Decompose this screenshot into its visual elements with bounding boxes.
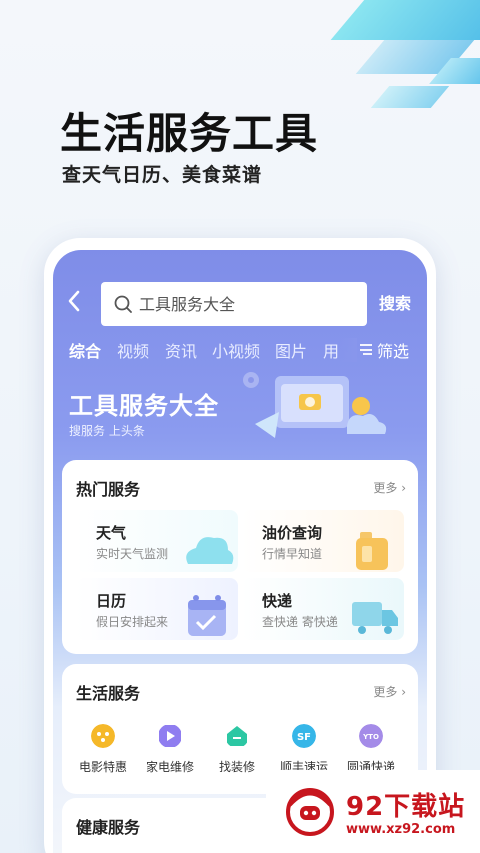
tab-video[interactable]: 视频	[117, 338, 149, 362]
yto-express-icon: YTO	[359, 724, 383, 748]
service-oil-price[interactable]: 油价查询 行情早知道	[242, 510, 404, 572]
house-icon	[227, 726, 247, 746]
tab-news[interactable]: 资讯	[165, 338, 197, 362]
life-item-movie[interactable]: 电影特惠	[70, 724, 134, 784]
service-calendar[interactable]: 日历 假日安排起来	[76, 578, 238, 640]
tab-fade	[339, 338, 357, 362]
life-item-label: 找装修	[218, 760, 255, 774]
service-express[interactable]: 快递 查快递 寄快递	[242, 578, 404, 640]
hot-services-card: 热门服务 更多 › 天气 实时天气监测 油价查询 行情早知道 日历 假日安排起来…	[62, 460, 418, 654]
service-desc: 行情早知道	[262, 547, 323, 561]
top-bar: 搜索	[53, 280, 427, 326]
decor-stripe	[370, 86, 450, 108]
search-button[interactable]: 搜索	[379, 290, 411, 314]
service-name: 日历	[96, 592, 127, 610]
health-services-title: 健康服务	[76, 818, 141, 837]
cloud-icon	[186, 537, 234, 564]
service-desc: 实时天气监测	[96, 547, 169, 561]
service-name: 油价查询	[262, 524, 323, 542]
sf-express-icon: SF	[292, 724, 316, 748]
banner-title: 工具服务大全	[69, 392, 219, 420]
watermark-name: 92下载站	[346, 792, 466, 822]
life-item-renovation[interactable]: 找装修	[204, 724, 268, 784]
service-name: 天气	[96, 524, 127, 542]
back-button[interactable]	[65, 286, 95, 320]
watermark-url: www.xz92.com	[346, 822, 456, 837]
service-desc: 假日安排起来	[96, 615, 169, 629]
hot-services-more[interactable]: 更多 ›	[373, 479, 406, 496]
service-weather[interactable]: 天气 实时天气监测	[76, 510, 238, 572]
hero-title: 生活服务工具	[60, 109, 319, 158]
site-watermark: 92下载站 www.xz92.com	[266, 770, 480, 853]
filter-label: 筛选	[377, 342, 410, 361]
life-item-appliance-repair[interactable]: 家电维修	[137, 724, 201, 784]
toolbox-illustration	[243, 372, 387, 438]
filter-icon	[360, 344, 372, 355]
search-icon	[114, 295, 132, 313]
banner-subtitle: 搜服务 上头条	[69, 424, 145, 438]
calendar-icon	[188, 595, 226, 636]
appliance-icon	[159, 725, 181, 747]
oil-can-icon	[356, 532, 388, 570]
tab-more-cut[interactable]: 用	[323, 338, 339, 362]
life-services-title: 生活服务	[76, 684, 141, 703]
tab-bar: 综合 视频 资讯 小视频 图片 用 筛选	[53, 338, 427, 362]
svg-text:YTO: YTO	[362, 733, 379, 741]
svg-text:SF: SF	[297, 732, 311, 743]
tab-images[interactable]: 图片	[275, 338, 307, 362]
life-item-label: 电影特惠	[78, 760, 127, 774]
tab-zonghe[interactable]: 综合	[69, 338, 101, 362]
life-services-more[interactable]: 更多 ›	[373, 683, 406, 700]
truck-icon	[352, 602, 398, 634]
search-box[interactable]	[101, 282, 367, 326]
service-desc: 查快递 寄快递	[262, 615, 338, 629]
hot-services-title: 热门服务	[76, 480, 141, 499]
search-input[interactable]	[139, 282, 349, 326]
tab-short-video[interactable]: 小视频	[212, 338, 260, 362]
hero-subtitle: 查天气日历、美食菜谱	[62, 164, 263, 186]
chevron-left-icon	[68, 290, 80, 312]
download-site-logo-icon	[286, 788, 334, 836]
life-item-label: 家电维修	[145, 760, 194, 774]
decor-stripe	[330, 0, 480, 40]
movie-icon	[91, 724, 115, 748]
app-screen: 搜索 综合 视频 资讯 小视频 图片 用 筛选 工具服务大全 搜服务 上头条 热…	[53, 250, 427, 853]
service-name: 快递	[262, 592, 293, 610]
